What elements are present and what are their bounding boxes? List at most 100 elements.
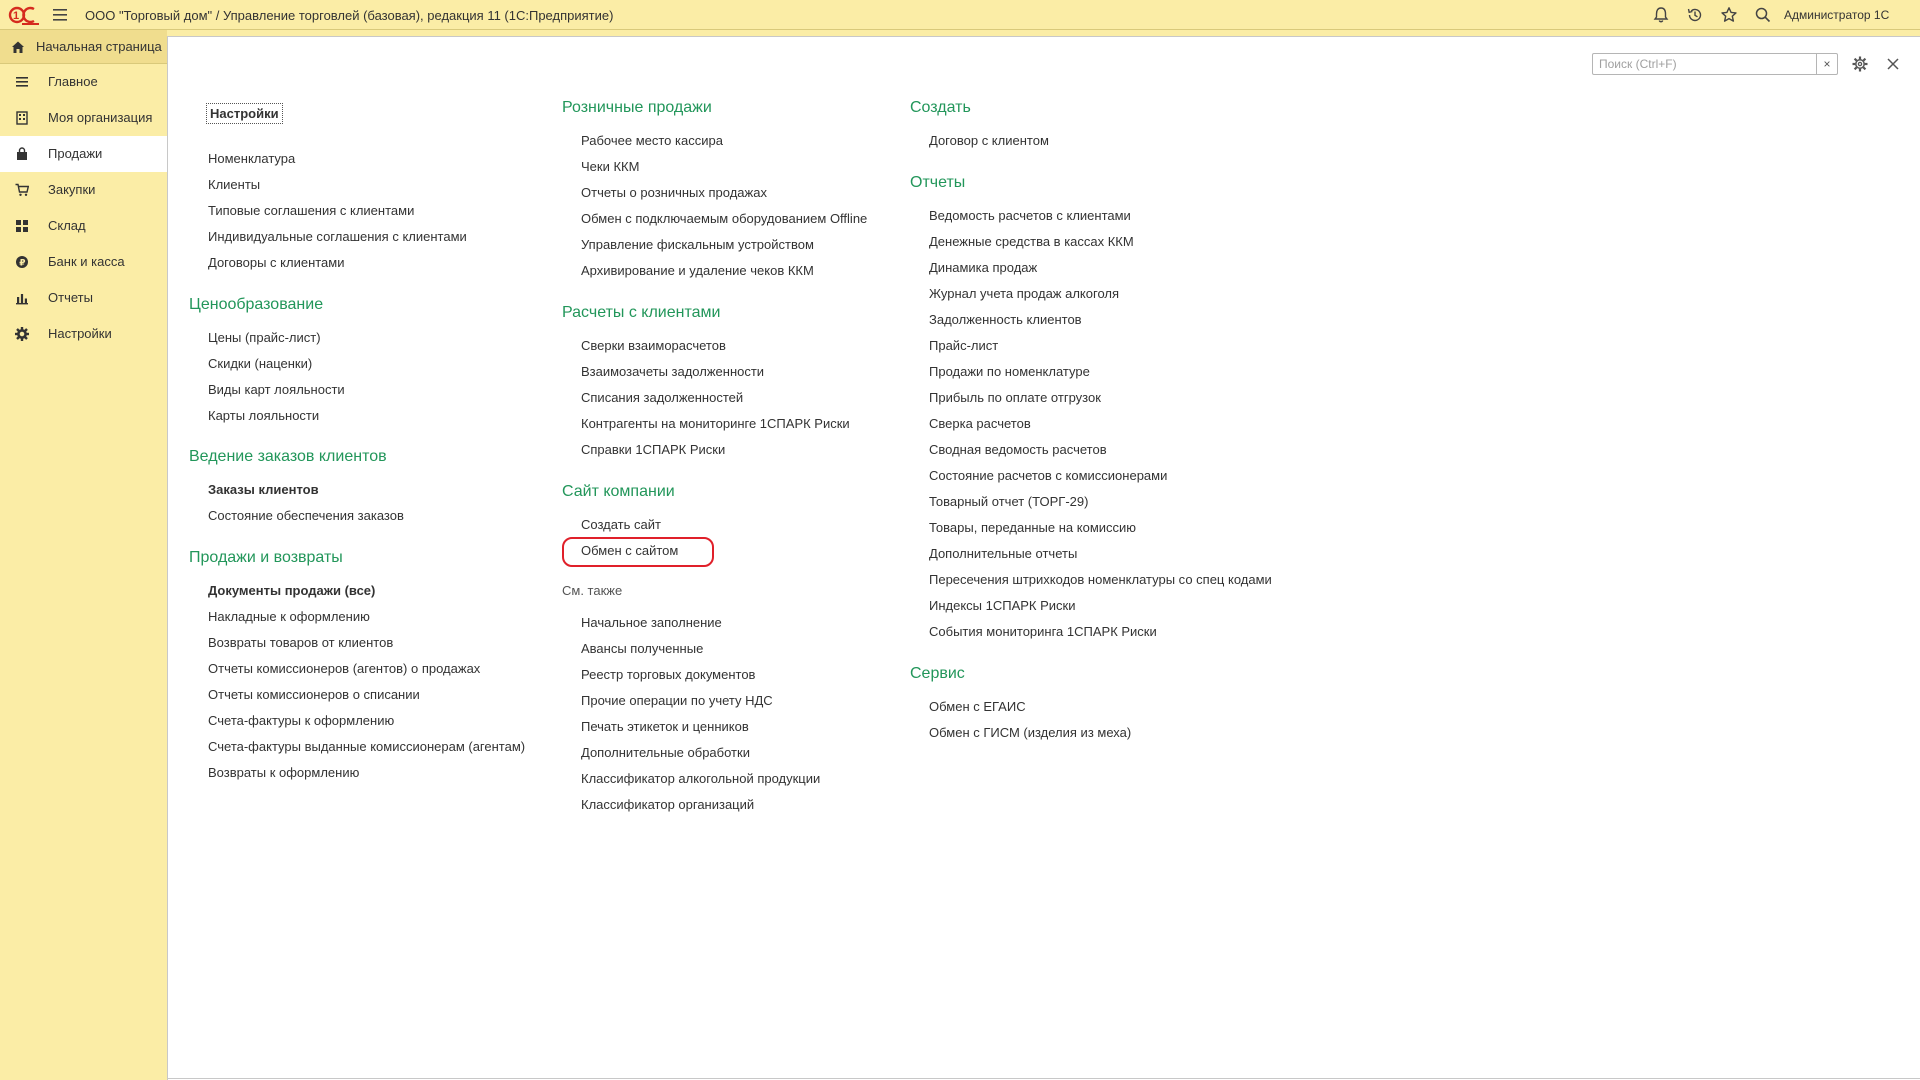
section-title-create: Создать — [910, 99, 971, 116]
favorites-star-icon[interactable] — [1720, 6, 1738, 24]
link-invoices-to-issue[interactable]: Накладные к оформлению — [208, 609, 370, 624]
link-returns-to-issue[interactable]: Возвраты к оформлению — [208, 765, 359, 780]
sidebar-home[interactable]: Начальная страница — [0, 30, 167, 64]
gear-icon — [15, 327, 29, 341]
link-report-summary-settlements[interactable]: Сводная ведомость расчетов — [929, 442, 1107, 457]
link-monitored-counterparties[interactable]: Контрагенты на мониторинге 1СПАРК Риски — [581, 416, 850, 431]
link-additional-processing[interactable]: Дополнительные обработки — [581, 745, 750, 760]
link-clients[interactable]: Клиенты — [208, 177, 260, 192]
link-retail-sales-reports[interactable]: Отчеты о розничных продажах — [581, 185, 767, 200]
settings-link[interactable]: Настройки — [206, 103, 283, 124]
link-label-printing[interactable]: Печать этикеток и ценников — [581, 719, 749, 734]
section-title-service: Сервис — [910, 665, 965, 682]
sidebar-item-organization[interactable]: Моя организация — [0, 100, 167, 136]
link-alcohol-classifier[interactable]: Классификатор алкогольной продукции — [581, 771, 820, 786]
link-fiscal-device-control[interactable]: Управление фискальным устройством — [581, 237, 814, 252]
section-title-reports: Отчеты — [910, 174, 966, 191]
link-commission-sales-reports[interactable]: Отчеты комиссионеров (агентов) о продажа… — [208, 661, 480, 676]
sidebar-item-settings[interactable]: Настройки — [0, 316, 167, 352]
link-create-site[interactable]: Создать сайт — [581, 517, 661, 532]
link-spark-references[interactable]: Справки 1СПАРК Риски — [581, 442, 725, 457]
link-report-profit-by-payment[interactable]: Прибыль по оплате отгрузок — [929, 390, 1101, 405]
link-report-barcode-intersections[interactable]: Пересечения штрихкодов номенклатуры со с… — [929, 572, 1272, 587]
close-icon[interactable] — [1884, 55, 1902, 73]
cart-icon — [15, 183, 29, 196]
link-loyalty-card-types[interactable]: Виды карт лояльности — [208, 382, 345, 397]
notification-bell-icon[interactable] — [1652, 6, 1670, 24]
link-report-alcohol-journal[interactable]: Журнал учета продаж алкоголя — [929, 286, 1119, 301]
svg-text:1: 1 — [13, 10, 19, 22]
link-typical-agreements[interactable]: Типовые соглашения с клиентами — [208, 203, 414, 218]
link-report-spark-indexes[interactable]: Индексы 1СПАРК Риски — [929, 598, 1076, 613]
link-kkm-receipts[interactable]: Чеки ККМ — [581, 159, 639, 174]
search-clear-button[interactable]: × — [1816, 53, 1838, 75]
link-site-exchange[interactable]: Обмен с сайтом — [581, 543, 678, 558]
link-client-orders[interactable]: Заказы клиентов — [208, 482, 319, 497]
link-commission-writeoff-reports[interactable]: Отчеты комиссионеров о списании — [208, 687, 420, 702]
link-client-contracts[interactable]: Договоры с клиентами — [208, 255, 344, 270]
panel-settings-gear-icon[interactable] — [1851, 55, 1869, 73]
sidebar-item-reports[interactable]: Отчеты — [0, 280, 167, 316]
sidebar-item-purchases[interactable]: Закупки — [0, 172, 167, 208]
link-advances-received[interactable]: Авансы полученные — [581, 641, 703, 656]
link-report-torg29[interactable]: Товарный отчет (ТОРГ-29) — [929, 494, 1088, 509]
link-receipt-archiving[interactable]: Архивирование и удаление чеков ККМ — [581, 263, 814, 278]
link-report-settlement-reconciliation[interactable]: Сверка расчетов — [929, 416, 1031, 431]
section-title-sales-returns: Продажи и возвраты — [189, 549, 343, 566]
link-report-additional[interactable]: Дополнительные отчеты — [929, 546, 1077, 561]
link-debt-offsets[interactable]: Взаимозачеты задолженности — [581, 364, 764, 379]
link-report-sales-dynamics[interactable]: Динамика продаж — [929, 260, 1037, 275]
sidebar-item-sales[interactable]: Продажи — [0, 136, 167, 172]
link-report-spark-events[interactable]: События мониторинга 1СПАРК Риски — [929, 624, 1157, 639]
link-report-price-list[interactable]: Прайс-лист — [929, 338, 998, 353]
list-icon — [16, 77, 28, 87]
link-report-client-debt[interactable]: Задолженность клиентов — [929, 312, 1082, 327]
link-initial-fill[interactable]: Начальное заполнение — [581, 615, 722, 630]
sidebar-item-warehouse[interactable]: Склад — [0, 208, 167, 244]
link-cashier-workplace[interactable]: Рабочее место кассира — [581, 133, 723, 148]
1c-logo-icon: 1 — [8, 6, 39, 25]
section-title-orders: Ведение заказов клиентов — [189, 448, 387, 465]
sidebar: Начальная страница Главное Моя организац… — [0, 30, 167, 1080]
link-order-provision-state[interactable]: Состояние обеспечения заказов — [208, 508, 404, 523]
section-title-company-site: Сайт компании — [562, 483, 675, 500]
panel-bottom-border — [168, 1078, 1920, 1079]
link-settlement-reconciliations[interactable]: Сверки взаиморасчетов — [581, 338, 726, 353]
sidebar-item-label: Банк и касса — [48, 254, 125, 269]
link-egais-exchange[interactable]: Обмен с ЕГАИС — [929, 699, 1026, 714]
sidebar-item-main[interactable]: Главное — [0, 64, 167, 100]
main-menu-icon[interactable] — [52, 7, 68, 23]
link-invoice-facturas-to-issue[interactable]: Счета-фактуры к оформлению — [208, 713, 394, 728]
link-organization-classifier[interactable]: Классификатор организаций — [581, 797, 754, 812]
link-loyalty-cards[interactable]: Карты лояльности — [208, 408, 319, 423]
sidebar-item-label: Склад — [48, 218, 86, 233]
link-vat-operations[interactable]: Прочие операции по учету НДС — [581, 693, 773, 708]
link-report-sales-by-item[interactable]: Продажи по номенклатуре — [929, 364, 1090, 379]
link-agent-invoice-facturas[interactable]: Счета-фактуры выданные комиссионерам (аг… — [208, 739, 525, 754]
link-client-contract-create[interactable]: Договор с клиентом — [929, 133, 1049, 148]
link-debt-writeoffs[interactable]: Списания задолженностей — [581, 390, 743, 405]
link-offline-equipment-exchange[interactable]: Обмен с подключаемым оборудованием Offli… — [581, 211, 867, 226]
link-report-kkm-cash[interactable]: Денежные средства в кассах ККМ — [929, 234, 1134, 249]
link-prices[interactable]: Цены (прайс-лист) — [208, 330, 321, 345]
link-sales-documents[interactable]: Документы продажи (все) — [208, 583, 375, 598]
current-user[interactable]: Администратор 1С — [1784, 8, 1889, 22]
sidebar-item-label: Отчеты — [48, 290, 93, 305]
link-gism-exchange[interactable]: Обмен с ГИСМ (изделия из меха) — [929, 725, 1131, 740]
search-icon[interactable] — [1754, 6, 1772, 24]
history-icon[interactable] — [1686, 6, 1704, 24]
link-report-commissioner-settlements[interactable]: Состояние расчетов с комиссионерами — [929, 468, 1167, 483]
section-title-pricing: Ценообразование — [189, 296, 324, 313]
link-discounts[interactable]: Скидки (наценки) — [208, 356, 312, 371]
home-icon — [12, 41, 24, 53]
link-individual-agreements[interactable]: Индивидуальные соглашения с клиентами — [208, 229, 467, 244]
link-report-client-settlements[interactable]: Ведомость расчетов с клиентами — [929, 208, 1131, 223]
link-client-returns[interactable]: Возвраты товаров от клиентов — [208, 635, 393, 650]
search-input[interactable] — [1592, 53, 1836, 75]
link-report-goods-on-commission[interactable]: Товары, переданные на комиссию — [929, 520, 1136, 535]
bag-icon — [17, 147, 27, 160]
link-nomenclature[interactable]: Номенклатура — [208, 151, 295, 166]
link-trade-documents-registry[interactable]: Реестр торговых документов — [581, 667, 755, 682]
sidebar-item-bank[interactable]: ₽ Банк и касса — [0, 244, 167, 280]
coin-icon: ₽ — [16, 256, 28, 269]
